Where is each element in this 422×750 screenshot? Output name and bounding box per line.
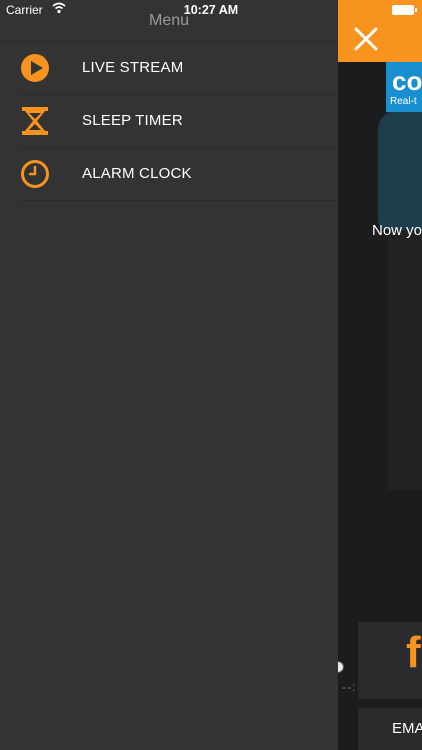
menu-item-alarm-clock[interactable]: ALARM CLOCK [20, 148, 338, 201]
logo-text: co [392, 66, 422, 96]
logo-subtext: Real-t [390, 96, 417, 107]
menu-item-label: LIVE STREAM [82, 59, 184, 76]
now-playing-text: Now yo [372, 222, 422, 239]
background-image [378, 110, 422, 230]
battery-icon [392, 5, 417, 15]
background-image-lower [388, 230, 422, 490]
hourglass-icon [20, 106, 50, 136]
side-menu: Menu LIVE STREAM SLEEP TIMER ALARM CLOCK [0, 0, 338, 750]
menu-item-live-stream[interactable]: LIVE STREAM [20, 42, 338, 95]
close-menu-button[interactable] [338, 20, 394, 62]
facebook-icon: f [406, 628, 421, 677]
status-time: 10:27 AM [183, 3, 239, 17]
menu-item-sleep-timer[interactable]: SLEEP TIMER [20, 95, 338, 148]
progress-readout: --: [342, 680, 357, 694]
menu-item-label: SLEEP TIMER [82, 112, 183, 129]
status-bar: Carrier 10:27 AM [0, 0, 422, 20]
close-icon [353, 26, 379, 57]
clock-icon [20, 159, 50, 189]
page-indicator-dot[interactable] [338, 661, 344, 673]
main-content: co Real-t Now yo --: f EMA [338, 0, 422, 750]
email-button[interactable]: EMA [358, 708, 422, 750]
brand-logo: co Real-t [386, 62, 422, 112]
email-button-label: EMA [392, 720, 422, 737]
play-circle-icon [20, 53, 50, 83]
menu-list: LIVE STREAM SLEEP TIMER ALARM CLOCK [0, 42, 338, 201]
menu-item-label: ALARM CLOCK [82, 165, 192, 182]
facebook-button[interactable]: f [358, 622, 422, 699]
